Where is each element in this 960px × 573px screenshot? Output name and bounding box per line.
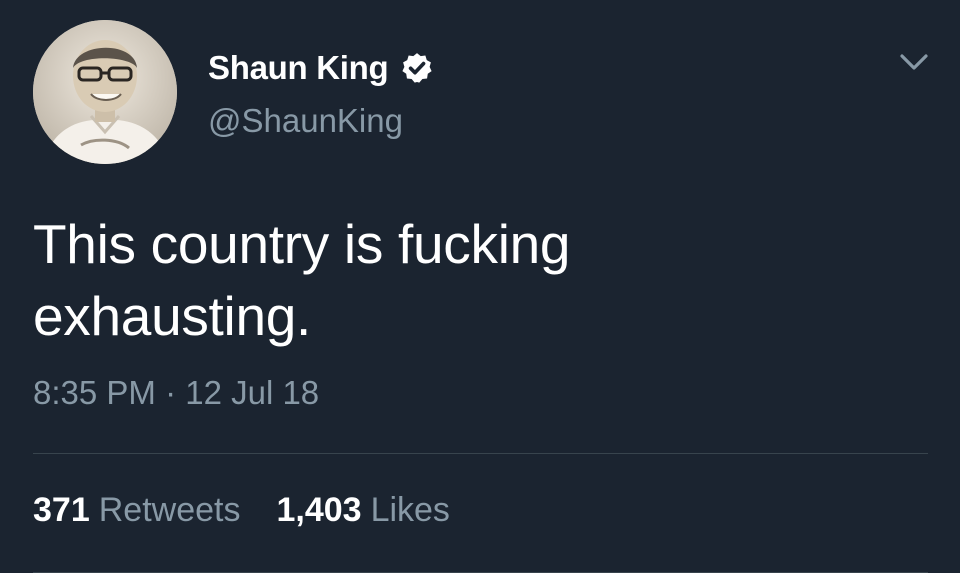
author-handle[interactable]: @ShaunKing xyxy=(208,102,403,140)
verified-badge-icon xyxy=(402,53,432,83)
profile-photo-icon xyxy=(33,20,177,164)
tweet-text-line: exhausting. xyxy=(33,285,312,347)
tweet-text-line: This country is fucking xyxy=(33,213,571,275)
tweet-card: Shaun King @ShaunKing This country is fu… xyxy=(0,0,960,573)
author-display-name[interactable]: Shaun King xyxy=(208,49,389,87)
author-name-row[interactable]: Shaun King xyxy=(208,48,434,88)
chevron-down-icon[interactable] xyxy=(896,50,932,74)
tweet-timestamp[interactable]: 8:35 PM · 12 Jul 18 xyxy=(33,374,319,412)
likes-count: 1,403 xyxy=(276,491,362,529)
likes-stat[interactable]: 1,403 Likes xyxy=(276,491,449,530)
tweet-text: This country is fucking exhausting. xyxy=(33,208,913,352)
retweets-stat[interactable]: 371 Retweets xyxy=(33,491,240,530)
retweets-count: 371 xyxy=(33,491,90,529)
likes-label: Likes xyxy=(370,491,450,529)
tweet-stats: 371 Retweets 1,403 Likes xyxy=(33,491,450,530)
retweets-label: Retweets xyxy=(98,491,241,529)
avatar[interactable] xyxy=(33,20,177,164)
divider xyxy=(33,453,928,454)
